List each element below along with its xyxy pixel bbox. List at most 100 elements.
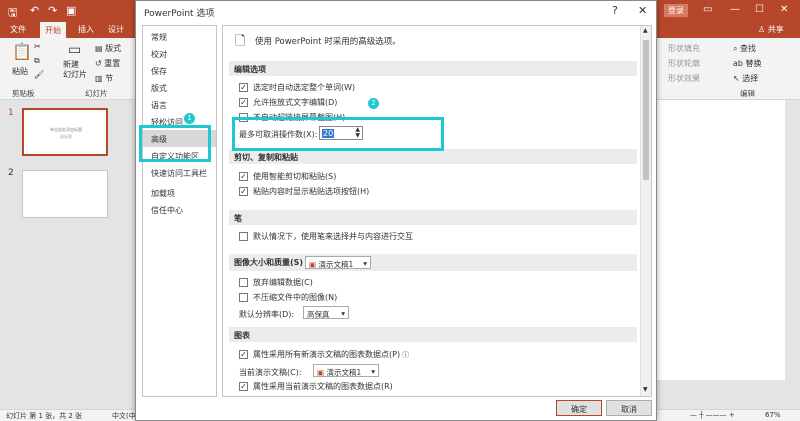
option-drag-drop[interactable]: ✓ 允许拖放式文字编辑(D) — [239, 97, 337, 108]
help-button[interactable]: ? — [612, 4, 618, 17]
checkbox-checked-icon[interactable]: ✓ — [239, 98, 248, 107]
option-discard-edit-data[interactable]: 放弃编辑数据(C) — [239, 277, 313, 288]
shape-fill-button[interactable]: 形状填充 — [668, 43, 700, 54]
thumb-title: 单击此处添加标题 — [50, 127, 82, 132]
window-close-icon[interactable]: ✕ — [780, 4, 788, 15]
scroll-up-icon[interactable]: ▲ — [643, 27, 648, 34]
option-chart-all-new[interactable]: ✓ 属性采用所有新演示文稿的图表数据点(P) ⓘ — [239, 349, 409, 360]
cut-icon[interactable]: ✂ — [34, 42, 41, 51]
dialog-close-button[interactable]: ✕ — [638, 4, 647, 17]
checkbox-unchecked-icon[interactable] — [239, 278, 248, 287]
zoom-slider[interactable]: — ┼ ——— + — [690, 411, 735, 419]
checkbox-unchecked-icon[interactable] — [239, 293, 248, 302]
nav-quick-access-toolbar[interactable]: 快速访问工具栏 — [143, 164, 216, 181]
checkbox-checked-icon[interactable]: ✓ — [239, 172, 248, 181]
new-slide-button[interactable]: 新建 幻灯片 — [63, 60, 87, 80]
chart-doc-select[interactable]: ▣ 演示文稿1 ▾ — [313, 364, 379, 377]
option-paste-options-button[interactable]: ✓ 粘贴内容时显示粘贴选项按钮(H) — [239, 186, 369, 197]
resolution-select[interactable]: 高保真 ▾ — [303, 306, 349, 319]
options-nav: 常规 校对 保存 版式 语言 轻松访问 高级 自定义功能区 快速访问工具栏 加载… — [142, 25, 217, 397]
resolution-label: 默认分辨率(D): — [239, 310, 295, 319]
paste-icon[interactable]: 📋 — [12, 42, 32, 61]
new-slide-icon[interactable]: ▭ — [68, 42, 81, 58]
present-icon[interactable]: ▣ — [66, 4, 76, 17]
shape-outline-button[interactable]: 形状轮廓 — [668, 58, 700, 69]
option-select-whole-word[interactable]: ✓ 选定时自动选定整个单词(W) — [239, 82, 355, 93]
dialog-title: PowerPoint 选项 — [144, 9, 215, 19]
slide-thumbnail[interactable] — [22, 170, 108, 218]
highlight-box-undo — [232, 117, 444, 151]
sign-in-button[interactable]: 登录 — [664, 4, 688, 17]
paste-button[interactable]: 粘贴 — [12, 66, 28, 77]
options-page-icon: 🗋 — [235, 34, 246, 49]
chevron-down-icon: ▾ — [363, 259, 367, 268]
tab-design[interactable]: 设计 — [108, 24, 124, 35]
layout-button[interactable]: ▤ 版式 — [95, 43, 121, 54]
save-icon[interactable]: 🖫 — [8, 4, 17, 23]
find-button[interactable]: ⌕ 查找 — [733, 43, 756, 54]
current-doc-label: 当前演示文稿(C): — [239, 368, 302, 377]
content-scrollbar[interactable]: ▲ ▼ — [640, 26, 651, 396]
section-image-quality: 图像大小和质量(S) — [229, 254, 637, 271]
replace-button[interactable]: ab 替换 — [733, 58, 762, 69]
ribbon-display-icon[interactable]: ▭ — [703, 4, 712, 15]
share-button[interactable]: ♙ 共享 — [758, 24, 784, 35]
slide-thumbnail[interactable]: 单击此处添加标题 副标题 — [22, 108, 108, 156]
section-pen: 笔 — [229, 210, 637, 225]
zoom-level[interactable]: 67% — [765, 411, 781, 419]
checkbox-unchecked-icon[interactable] — [239, 232, 248, 241]
section-cut-copy-paste: 剪切、复制和粘贴 — [229, 149, 637, 164]
scroll-thumb[interactable] — [643, 40, 649, 180]
option-pen-select[interactable]: 默认情况下，使用笔来选择并与内容进行交互 — [239, 231, 413, 242]
nav-trust-center[interactable]: 信任中心 — [143, 201, 216, 218]
thumb-subtitle: 副标题 — [60, 134, 72, 139]
editing-group-label: 编辑 — [740, 89, 755, 98]
section-editing: 编辑选项 — [229, 61, 637, 76]
slide-count-status: 幻灯片 第 1 张，共 2 张 — [6, 412, 83, 420]
nav-layout[interactable]: 版式 — [143, 79, 216, 96]
tab-insert[interactable]: 插入 — [78, 24, 94, 35]
slide-number: 2 — [8, 168, 14, 178]
nav-proofing[interactable]: 校对 — [143, 45, 216, 62]
nav-language[interactable]: 语言 — [143, 96, 216, 113]
nav-save[interactable]: 保存 — [143, 62, 216, 79]
image-doc-select[interactable]: ▣ 演示文稿1 ▾ — [305, 256, 371, 269]
checkbox-checked-icon[interactable]: ✓ — [239, 83, 248, 92]
format-painter-icon[interactable]: 🖌 — [34, 70, 44, 79]
section-chart: 图表 — [229, 327, 637, 342]
slides-group-label: 幻灯片 — [85, 89, 108, 98]
copy-icon[interactable]: ⧉ — [34, 56, 40, 66]
maximize-icon[interactable]: ☐ — [755, 4, 764, 15]
option-chart-current[interactable]: ✓ 属性采用当前演示文稿的图表数据点(R) — [239, 381, 393, 392]
ok-button[interactable]: 确定 — [556, 400, 602, 416]
step-badge-2: 2 — [368, 98, 379, 109]
step-badge-1: 1 — [184, 113, 195, 124]
slide-canvas[interactable] — [655, 100, 785, 380]
scroll-down-icon[interactable]: ▼ — [643, 386, 648, 393]
language-status: 中文(中 — [112, 412, 136, 420]
nav-general[interactable]: 常规 — [143, 28, 216, 45]
section-button[interactable]: ▥ 节 — [95, 73, 113, 84]
options-dialog: PowerPoint 选项 ? ✕ 常规 校对 保存 版式 语言 轻松访问 高级… — [135, 0, 657, 421]
option-no-compress-images[interactable]: 不压缩文件中的图像(N) — [239, 292, 337, 303]
undo-icon[interactable]: ↶ — [30, 4, 39, 17]
redo-icon[interactable]: ↷ — [48, 4, 57, 17]
minimize-icon[interactable]: — — [730, 4, 740, 15]
shape-effect-button[interactable]: 形状效果 — [668, 73, 700, 84]
pptx-file-icon: ▣ — [317, 368, 325, 377]
checkbox-checked-icon[interactable]: ✓ — [239, 382, 248, 391]
slide-thumbnail-pane: 1 单击此处添加标题 副标题 2 — [0, 100, 135, 410]
tab-file[interactable]: 文件 — [10, 24, 26, 35]
nav-addins[interactable]: 加载项 — [143, 184, 216, 201]
reset-button[interactable]: ↺ 重置 — [95, 58, 120, 69]
cancel-button[interactable]: 取消 — [606, 400, 652, 416]
option-smart-cut-paste[interactable]: ✓ 使用智能剪切和粘贴(S) — [239, 171, 336, 182]
highlight-box-nav — [139, 125, 211, 162]
options-content: 🗋 使用 PowerPoint 时采用的高级选项。 编辑选项 ✓ 选定时自动选定整… — [222, 25, 652, 397]
select-button[interactable]: ↖ 选择 — [733, 73, 758, 84]
checkbox-checked-icon[interactable]: ✓ — [239, 350, 248, 359]
clipboard-group-label: 剪贴板 — [12, 89, 35, 98]
tab-home[interactable]: 开始 — [40, 22, 66, 38]
pptx-file-icon: ▣ — [309, 260, 317, 269]
checkbox-checked-icon[interactable]: ✓ — [239, 187, 248, 196]
